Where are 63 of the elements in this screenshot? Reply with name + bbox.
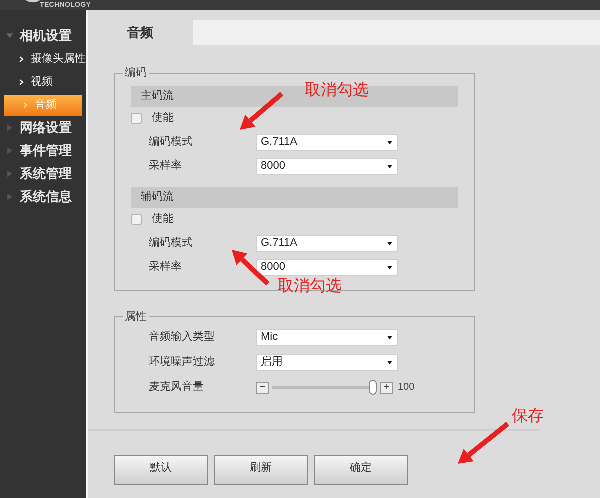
dropdown[interactable]: G.711A	[256, 134, 398, 151]
dropdown-arrow-icon	[387, 360, 393, 366]
sidebar-subitem[interactable]: 视频	[0, 72, 86, 93]
sidebar-item-label: 系统管理	[20, 164, 72, 183]
sidebar-item-label: 系统信息	[20, 188, 72, 206]
action-button[interactable]: 默认	[114, 455, 208, 485]
annotation-arrow	[458, 422, 510, 464]
dropdown-arrow-icon	[387, 334, 393, 340]
field-label: 环境噪声过滤	[149, 354, 216, 370]
collapsed-triangle-icon	[6, 170, 14, 178]
field-label: 编码模式	[149, 236, 194, 252]
dropdown-arrow-icon	[387, 140, 393, 146]
dropdown[interactable]: Mic	[256, 329, 398, 346]
sidebar-item-label: 事件管理	[20, 142, 72, 160]
dropdown[interactable]: 8000	[256, 158, 398, 175]
field-label: 采样率	[149, 260, 183, 276]
checkbox-label: 使能	[152, 111, 174, 126]
sidebar-item[interactable]: 系统信息	[0, 185, 86, 208]
action-button[interactable]: 确定	[314, 455, 408, 485]
slider-thumb[interactable]	[369, 380, 377, 395]
field-label: 采样率	[149, 158, 183, 174]
checkbox[interactable]	[131, 214, 142, 225]
sidebar-item[interactable]: 相机设置	[0, 24, 86, 47]
collapsed-triangle-icon	[6, 146, 14, 154]
plus-button[interactable]: +	[380, 382, 393, 394]
dropdown[interactable]: G.711A	[256, 235, 398, 252]
sidebar-subitem-label: 摄像头属性	[31, 52, 86, 68]
field-label: 麦克风音量	[149, 380, 205, 396]
sidebar-subitem-label: 视频	[31, 75, 53, 90]
field-label: 音频输入类型	[149, 330, 216, 346]
annotation-arrow	[240, 92, 284, 130]
action-button[interactable]: 刷新	[214, 455, 308, 485]
volume-reading: 100	[398, 381, 415, 395]
annotation-text: 取消勾选	[278, 279, 342, 295]
minus-button[interactable]: −	[256, 382, 269, 394]
checkbox[interactable]	[131, 113, 142, 124]
group-legend: 编码	[123, 65, 149, 82]
sidebar-subitem-label: 音频	[35, 98, 57, 114]
section-header: 辅码流	[131, 186, 458, 208]
chevron-right-icon	[18, 79, 25, 86]
sidebar-item[interactable]: 事件管理	[0, 139, 86, 162]
dropdown-arrow-icon	[387, 164, 393, 170]
annotation-text: 取消勾选	[305, 83, 369, 99]
checkbox-label: 使能	[152, 212, 174, 228]
chevron-right-icon	[22, 102, 29, 109]
dropdown-arrow-icon	[387, 264, 393, 270]
sidebar-item-label: 网络设置	[20, 118, 72, 137]
group-legend: 属性	[123, 308, 149, 325]
dropdown-arrow-icon	[387, 240, 393, 246]
slider[interactable]	[272, 380, 377, 395]
chevron-right-icon	[18, 56, 25, 63]
dropdown[interactable]: 启用	[256, 354, 398, 371]
tab[interactable]: 音频	[88, 20, 193, 45]
field-label: 编码模式	[149, 135, 194, 150]
sidebar-item[interactable]: 网络设置	[0, 116, 86, 139]
dropdown[interactable]: 8000	[256, 259, 398, 276]
collapsed-triangle-icon	[6, 124, 14, 132]
sidebar-item[interactable]: 系统管理	[0, 162, 86, 185]
expanded-triangle-icon	[6, 32, 14, 40]
sidebar-subitem[interactable]: 摄像头属性	[0, 49, 86, 70]
collapsed-triangle-icon	[6, 192, 14, 200]
sidebar-item-label: 相机设置	[20, 26, 72, 45]
annotation-text: 保存	[512, 409, 544, 425]
